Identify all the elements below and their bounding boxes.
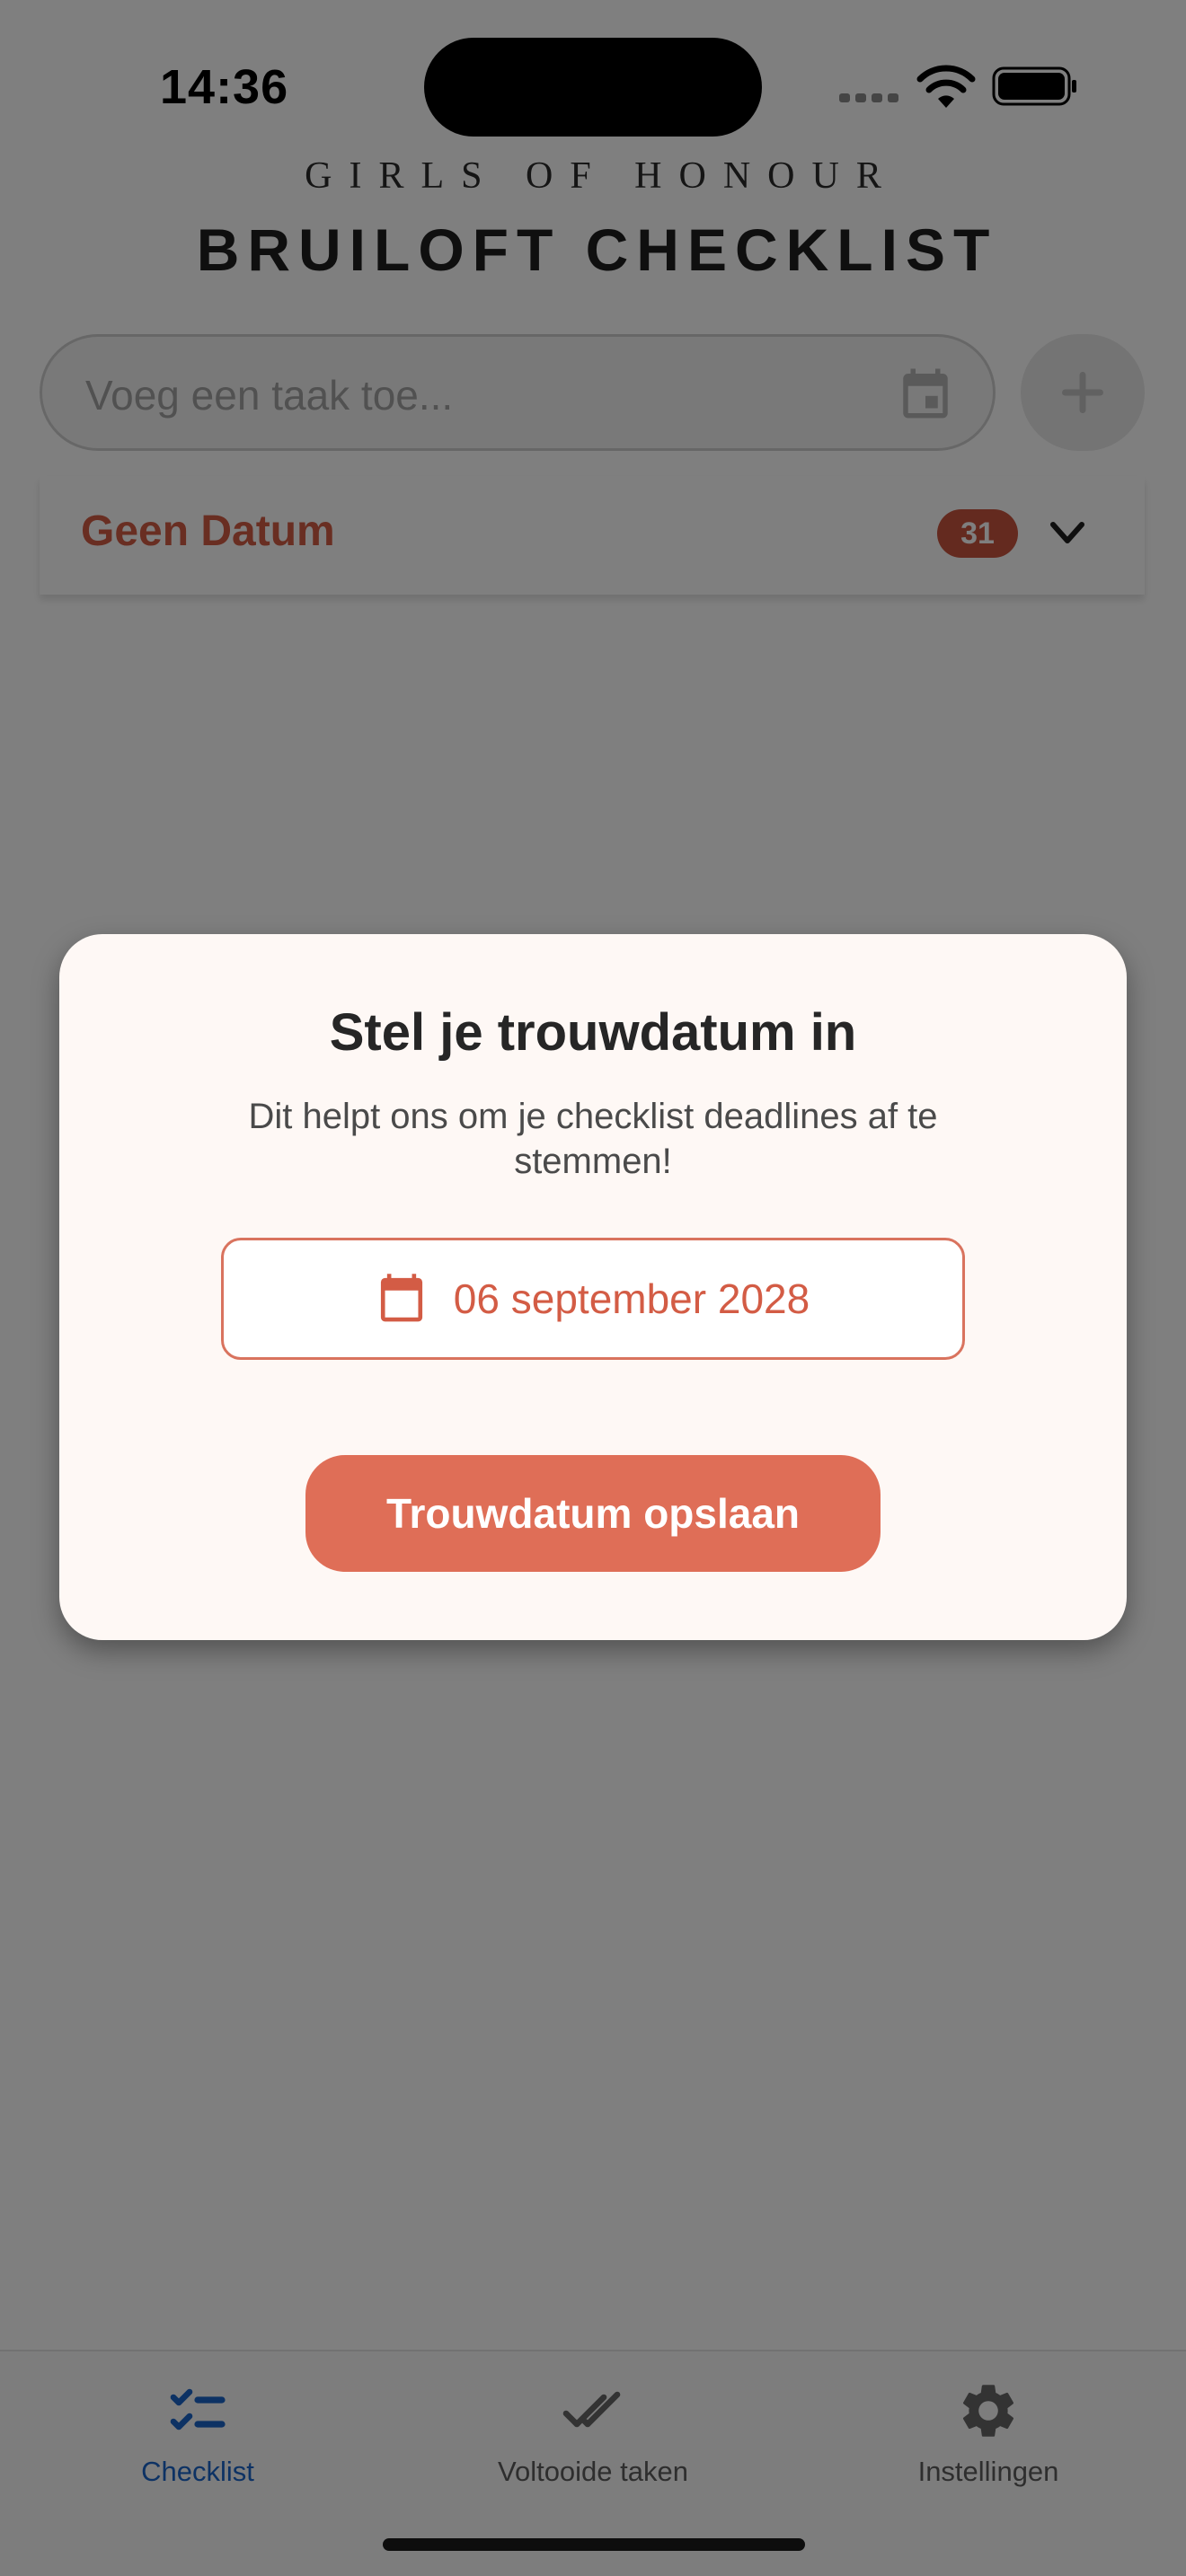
date-value: 06 september 2028 [453, 1275, 810, 1322]
wedding-date-picker[interactable]: 06 september 2028 [221, 1238, 965, 1360]
save-wedding-date-button[interactable]: Trouwdatum opslaan [305, 1455, 881, 1572]
wedding-date-dialog: Stel je trouwdatum in Dit helpt ons om j… [59, 934, 1127, 1640]
dialog-title: Stel je trouwdatum in [329, 1003, 857, 1062]
dialog-message: Dit helpt ons om je checklist deadlines … [248, 1097, 938, 1181]
calendar-icon [380, 1274, 422, 1322]
